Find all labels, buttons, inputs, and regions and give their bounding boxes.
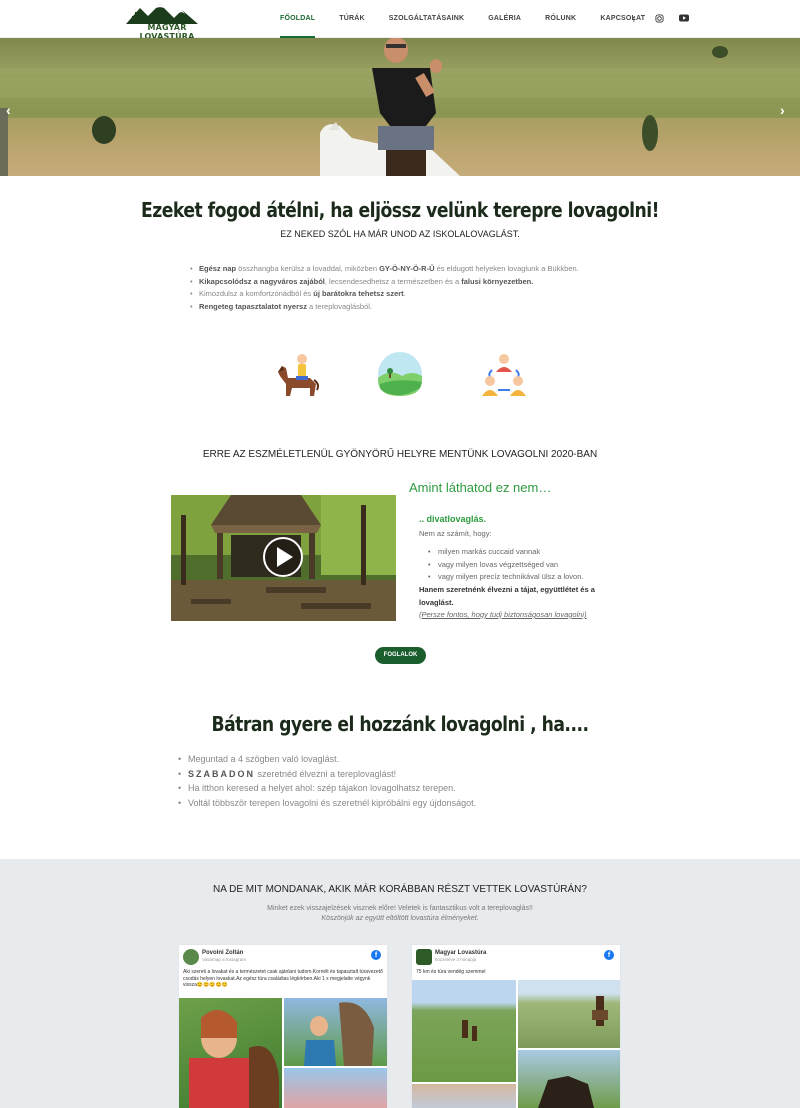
testimonials-title: NA DE MIT MONDANAK, AKIK MÁR KORÁBBAN RÉ… — [213, 884, 587, 895]
avatar — [183, 949, 199, 965]
list-item: Rengeteg tapasztalatot nyersz a tereplov… — [190, 301, 610, 314]
reasons-list: Meguntad a 4 szögben való lovaglást. SZA… — [178, 752, 476, 810]
social-links: f — [628, 14, 703, 26]
list-item: Kimozdulsz a komfortzónádból és új barát… — [190, 288, 610, 301]
list-item: vagy milyen precíz technikával ülsz a lo… — [428, 571, 584, 584]
hero-next-arrow[interactable]: › — [780, 102, 785, 118]
card-photo — [179, 998, 282, 1108]
right-paragraph: Nem az számít, hogy: — [419, 529, 492, 538]
list-item: Kikapcsolódsz a nagyváros zajából, lecse… — [190, 276, 610, 289]
facebook-icon[interactable]: f — [628, 14, 640, 26]
list-item: Meguntad a 4 szögben való lovaglást. — [178, 752, 476, 767]
card-meta: Vasárnap a Instagram — [202, 957, 246, 962]
list-item: Voltál többször terepen lovagolni és sze… — [178, 796, 476, 811]
menu-item-about[interactable]: RÓLUNK — [545, 0, 576, 38]
list-item: SZABADON szeretnéd élvezni a tereplovagl… — [178, 767, 476, 782]
video-thumbnail — [171, 495, 396, 621]
right-subtitle: .. divatlovaglás. — [419, 514, 487, 524]
testimonial-card[interactable]: Povolni Zoltán Vasárnap a Instagram f Ak… — [179, 945, 387, 1108]
testimonials-subtitle-2: Köszönjük az együtt eltöltött lovastúra … — [321, 915, 479, 922]
book-button[interactable]: FOGLALOK — [375, 647, 426, 664]
section-title-location: ERRE AZ ESZMÉLETLENÜL GYÖNYÖRŰ HELYRE ME… — [202, 449, 598, 460]
hero-prev-arrow[interactable]: ‹ — [6, 102, 11, 118]
hero-image — [0, 38, 800, 176]
list-item: milyen markás cuccaid vannak — [428, 546, 584, 559]
logo[interactable]: MAGYAR LOVASTÚRA — [126, 4, 208, 41]
card-author: Magyar Lovastúra — [435, 950, 487, 956]
menu-item-tours[interactable]: TÚRÁK — [339, 0, 365, 38]
landscape-icon — [378, 352, 422, 396]
video-player[interactable] — [171, 495, 396, 621]
section-subtitle-experience: EZ NEKED SZÓL HA MÁR UNOD AZ ISKOLALOVAG… — [280, 229, 520, 239]
testimonial-card[interactable]: Magyar Lovastúra közzétéve 2 hónapja f 7… — [412, 945, 620, 1108]
safety-link[interactable]: (Persze fontos, hogy tudj biztonságosan … — [419, 610, 587, 619]
card-photo — [518, 1050, 620, 1108]
card-text: 75 km és túra vendég szemmel — [416, 969, 486, 975]
section-title-come: Bátran gyere el hozzánk lovagolni , ha..… — [211, 712, 589, 736]
facebook-icon: f — [371, 950, 381, 960]
right-title: Amint láthatod ez nem… — [409, 480, 552, 495]
community-icon — [482, 354, 526, 396]
menu-item-services[interactable]: SZOLGÁLTATÁSAINK — [389, 0, 465, 38]
testimonials-subtitle: Minket ezek visszajelzések visznek előre… — [267, 905, 533, 912]
testimonials-section — [0, 859, 800, 1108]
top-navbar: MAGYAR LOVASTÚRA FŐOLDAL TÚRÁK SZOLGÁLTA… — [0, 0, 800, 41]
youtube-icon[interactable] — [678, 14, 690, 26]
horse-rider-icon — [278, 354, 319, 396]
card-text: Aki szereti a lovakat és a természetet c… — [183, 969, 383, 988]
facebook-icon: f — [604, 950, 614, 960]
menu-item-home[interactable]: FŐOLDAL — [280, 0, 316, 38]
card-meta: közzétéve 2 hónapja — [435, 957, 477, 962]
card-author: Povolni Zoltán — [202, 950, 244, 956]
avatar — [416, 949, 432, 965]
right-bold-text: Hanem szeretnénk élvezni a tájat, együtt… — [419, 585, 595, 607]
card-photo — [412, 1084, 516, 1108]
hero-slider: ‹ › — [0, 38, 800, 176]
instagram-icon[interactable] — [653, 14, 665, 26]
not-fashion-list: milyen markás cuccaid vannak vagy milyen… — [428, 546, 584, 584]
card-photo — [284, 998, 387, 1066]
section-title-experience: Ezeket fogod átélni, ha eljössz velünk t… — [141, 198, 659, 222]
list-item: vagy milyen lovas végzettséged van — [428, 559, 584, 572]
card-photo — [518, 980, 620, 1048]
main-menu: FŐOLDAL TÚRÁK SZOLGÁLTATÁSAINK GALÉRIA R… — [280, 0, 669, 38]
list-item: Egész nap összhangba kerülsz a lovaddal,… — [190, 263, 610, 276]
list-item: Ha itthon keresed a helyet ahol: szép tá… — [178, 781, 476, 796]
experience-list: Egész nap összhangba kerülsz a lovaddal,… — [190, 263, 610, 313]
menu-item-gallery[interactable]: GALÉRIA — [488, 0, 521, 38]
card-photo — [412, 980, 516, 1082]
card-photo — [284, 1068, 387, 1108]
